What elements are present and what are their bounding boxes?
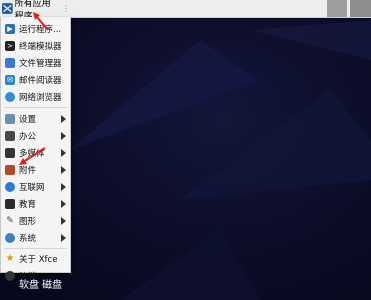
panel-tray-block[interactable]	[327, 0, 347, 17]
menu-item-label: 邮件阅读器	[19, 75, 62, 86]
menu-item-web-browser[interactable]: 网络浏览器	[1, 88, 70, 105]
submenu-arrow-icon	[61, 166, 66, 174]
menu-item-terminal[interactable]: > 终端模拟器	[1, 37, 70, 54]
menu-item-settings[interactable]: 设置	[1, 110, 70, 127]
menu-item-about-xfce[interactable]: ★ 关于 Xfce	[1, 250, 70, 267]
menu-separator	[4, 107, 67, 108]
xfce-logo-icon	[2, 3, 13, 14]
menu-item-label: 图形	[19, 216, 37, 227]
menu-item-label: 多媒体	[19, 148, 45, 159]
menu-item-file-manager[interactable]: 文件管理器	[1, 54, 70, 71]
menu-item-label: 运行程序...	[19, 24, 62, 35]
education-icon	[5, 198, 15, 209]
menu-item-label: 互联网	[19, 182, 45, 193]
menu-item-label: 教育	[19, 199, 37, 210]
menu-item-run-program[interactable]: ▶ 运行程序...	[1, 20, 70, 37]
menu-item-label: 设置	[19, 114, 37, 125]
submenu-arrow-icon	[61, 200, 66, 208]
mail-reader-icon: ✉	[5, 74, 15, 85]
submenu-arrow-icon	[61, 132, 66, 140]
menu-item-multimedia[interactable]: 多媒体	[1, 144, 70, 161]
top-panel: 所有应用程序 ⋮	[0, 0, 371, 22]
menu-item-office[interactable]: 办公	[1, 127, 70, 144]
desktop-icon-label[interactable]: 软盘 磁盘	[19, 276, 62, 291]
menu-item-label: 终端模拟器	[19, 41, 62, 52]
office-icon	[5, 130, 15, 141]
submenu-arrow-icon	[61, 234, 66, 242]
menu-item-education[interactable]: 教育	[1, 195, 70, 212]
submenu-arrow-icon	[61, 217, 66, 225]
applications-menu-button[interactable]: 所有应用程序 ⋮	[0, 0, 70, 22]
menu-item-label: 办公	[19, 131, 37, 142]
internet-icon	[5, 181, 15, 192]
submenu-arrow-icon	[61, 115, 66, 123]
menu-separator	[4, 248, 67, 249]
menu-item-label: 附件	[19, 165, 37, 176]
panel-grip-icon: ⋮	[62, 4, 70, 13]
menu-item-label: 网络浏览器	[19, 92, 62, 103]
menu-item-internet[interactable]: 互联网	[1, 178, 70, 195]
run-program-icon: ▶	[5, 23, 15, 34]
menu-item-label: 系统	[19, 233, 37, 244]
file-manager-icon	[5, 57, 15, 68]
terminal-icon: >	[5, 40, 15, 51]
menu-item-label: 文件管理器	[19, 58, 62, 69]
panel-tray-block[interactable]	[350, 0, 371, 17]
menu-item-mail-reader[interactable]: ✉ 邮件阅读器	[1, 71, 70, 88]
menu-item-accessories[interactable]: 附件	[1, 161, 70, 178]
multimedia-icon	[5, 147, 15, 158]
system-icon	[5, 232, 15, 243]
menu-item-graphics[interactable]: ✎ 图形	[1, 212, 70, 229]
logout-icon	[5, 270, 15, 281]
submenu-arrow-icon	[61, 149, 66, 157]
applications-menu: ▶ 运行程序... > 终端模拟器 文件管理器 ✉ 邮件阅读器 网络浏览器 设置…	[0, 17, 71, 282]
graphics-icon: ✎	[6, 215, 14, 226]
settings-icon	[5, 113, 15, 124]
web-browser-icon	[5, 91, 15, 102]
menu-item-system[interactable]: 系统	[1, 229, 70, 246]
menu-item-label: 关于 Xfce	[19, 254, 58, 265]
about-xfce-icon: ★	[5, 253, 15, 264]
submenu-arrow-icon	[61, 183, 66, 191]
accessories-icon	[5, 164, 15, 175]
